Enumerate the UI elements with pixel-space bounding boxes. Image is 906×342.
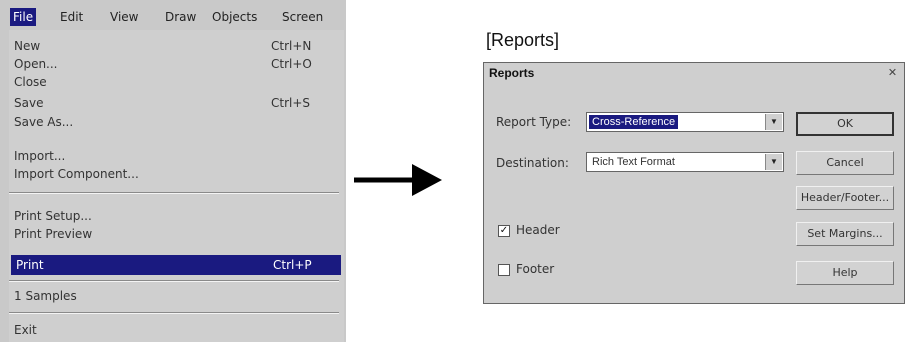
menu-item-shortcut: Ctrl+P (273, 258, 312, 272)
menu-item-label: Print Setup... (14, 209, 92, 223)
menu-item-label: Print (16, 258, 44, 272)
menu-draw[interactable]: Draw (165, 8, 196, 26)
cancel-button[interactable]: Cancel (796, 151, 894, 175)
menu-separator (9, 192, 339, 194)
menu-item-exit[interactable]: Exit (9, 320, 339, 340)
help-button[interactable]: Help (796, 261, 894, 285)
menu-item-import-component[interactable]: Import Component... (9, 164, 339, 184)
menu-view[interactable]: View (110, 8, 138, 26)
report-type-label: Report Type: (496, 115, 572, 129)
file-menu-dropdown: New Ctrl+N Open... Ctrl+O Close Save Ctr… (9, 30, 344, 342)
menu-edit[interactable]: Edit (60, 8, 83, 26)
reports-dialog: Reports ✕ Report Type: Cross-Reference ▼… (483, 62, 905, 304)
menu-item-label: Import... (14, 149, 66, 163)
header-checkbox[interactable]: ✓ (498, 225, 510, 237)
menu-item-label: Save As... (14, 115, 74, 129)
menu-objects[interactable]: Objects (212, 8, 257, 26)
menu-item-new[interactable]: New Ctrl+N (9, 36, 339, 56)
menu-item-label: Print Preview (14, 227, 93, 241)
menu-separator (9, 312, 339, 314)
menu-item-label: Close (14, 75, 47, 89)
ok-button[interactable]: OK (796, 112, 894, 136)
menu-file[interactable]: File (10, 8, 37, 26)
menu-item-label: Exit (14, 323, 37, 337)
menu-item-recent-file[interactable]: 1 Samples (9, 286, 339, 306)
menu-item-shortcut: Ctrl+O (271, 57, 312, 71)
menu-item-save-as[interactable]: Save As... (9, 112, 339, 132)
menu-item-print-preview[interactable]: Print Preview (9, 224, 339, 244)
menu-screen[interactable]: Screen (282, 8, 323, 26)
report-type-select[interactable]: Cross-Reference ▼ (586, 112, 784, 132)
menu-item-open[interactable]: Open... Ctrl+O (9, 54, 339, 74)
header-footer-button[interactable]: Header/Footer... (796, 186, 894, 210)
menu-item-shortcut: Ctrl+N (271, 39, 312, 53)
application-menu-screenshot: File Edit View Draw Objects Screen New C… (0, 0, 346, 342)
menu-item-label: Save (14, 96, 44, 110)
footer-checkbox-label: Footer (516, 262, 555, 276)
menu-bar: File Edit View Draw Objects Screen (0, 0, 346, 30)
set-margins-button[interactable]: Set Margins... (796, 222, 894, 246)
dialog-title: Reports (489, 66, 535, 80)
dialog-titlebar: Reports ✕ (484, 63, 904, 85)
menu-item-label: New (14, 39, 41, 53)
menu-separator (9, 280, 339, 282)
destination-value: Rich Text Format (592, 156, 675, 168)
menu-item-print-setup[interactable]: Print Setup... (9, 206, 339, 226)
footer-checkbox[interactable] (498, 264, 510, 276)
menu-item-close[interactable]: Close (9, 72, 339, 92)
menu-item-print[interactable]: Print Ctrl+P (11, 255, 341, 275)
chevron-down-icon[interactable]: ▼ (765, 154, 782, 170)
header-checkbox-label: Header (516, 223, 560, 237)
chevron-down-icon[interactable]: ▼ (765, 114, 782, 130)
menu-item-save[interactable]: Save Ctrl+S (9, 93, 339, 113)
report-type-value: Cross-Reference (589, 115, 679, 129)
destination-select[interactable]: Rich Text Format ▼ (586, 152, 784, 172)
destination-label: Destination: (496, 156, 569, 170)
figure-caption: [Reports] (486, 30, 560, 50)
menu-item-label: Import Component... (14, 167, 139, 181)
menu-item-shortcut: Ctrl+S (271, 96, 311, 110)
menu-item-label: Open... (14, 57, 58, 71)
menu-item-label: 1 Samples (14, 289, 77, 303)
close-icon[interactable]: ✕ (885, 66, 900, 80)
menu-item-import[interactable]: Import... (9, 146, 339, 166)
right-arrow-icon (354, 164, 442, 196)
